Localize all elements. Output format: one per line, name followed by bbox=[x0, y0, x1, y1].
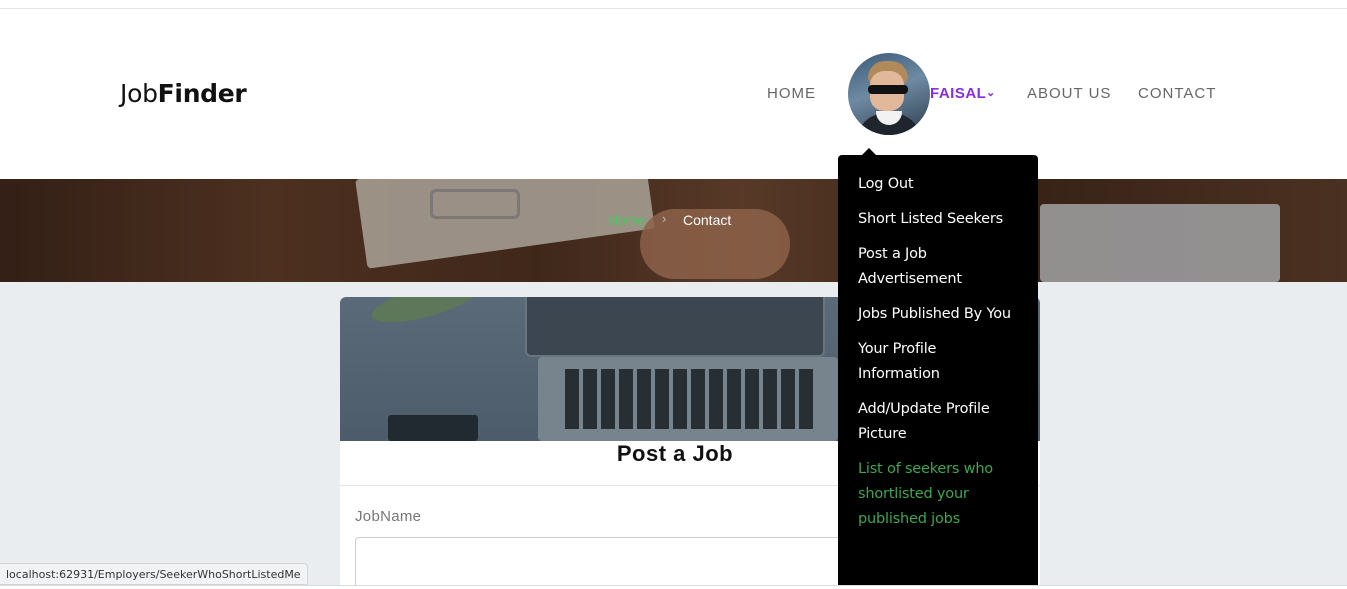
logo-light-text: Job bbox=[120, 79, 158, 108]
site-logo[interactable]: JobFinder bbox=[120, 79, 247, 108]
bottom-border bbox=[0, 585, 1347, 589]
breadcrumb-current: Contact bbox=[683, 212, 732, 228]
top-border bbox=[0, 0, 1347, 9]
browser-status-url: localhost:62931/Employers/SeekerWhoShort… bbox=[0, 563, 308, 585]
avatar-sunglasses bbox=[868, 85, 908, 94]
nav-about-link[interactable]: ABOUT US bbox=[1027, 85, 1111, 102]
job-name-label: JobName bbox=[355, 508, 422, 525]
nav-home-link[interactable]: HOME bbox=[767, 85, 816, 102]
image-plant bbox=[367, 297, 483, 331]
menu-item-post-job[interactable]: Post a Job Advertisement bbox=[858, 242, 1018, 292]
menu-item-seekers-shortlisted[interactable]: List of seekers who shortlisted your pub… bbox=[858, 457, 1018, 532]
nav-contact-link[interactable]: CONTACT bbox=[1138, 85, 1216, 102]
user-menu-toggle[interactable]: FAISAL bbox=[930, 85, 986, 102]
breadcrumb-home-link[interactable]: Home bbox=[608, 212, 645, 228]
menu-item-short-listed-seekers[interactable]: Short Listed Seekers bbox=[858, 207, 1018, 232]
image-laptop-screen bbox=[525, 297, 825, 357]
logo-bold-text: Finder bbox=[157, 79, 247, 108]
menu-item-profile-info[interactable]: Your Profile Information bbox=[858, 337, 1018, 387]
site-header: JobFinder HOME FAISAL ⌄ ABOUT US CONTACT bbox=[0, 9, 1347, 179]
image-laptop-keyboard bbox=[565, 369, 815, 429]
image-phone bbox=[388, 415, 478, 441]
menu-item-log-out[interactable]: Log Out bbox=[858, 172, 1018, 197]
menu-item-profile-picture[interactable]: Add/Update Profile Picture bbox=[858, 397, 1018, 447]
menu-item-jobs-published[interactable]: Jobs Published By You bbox=[858, 302, 1018, 327]
breadcrumb-separator: › bbox=[662, 211, 667, 226]
banner-overlay bbox=[0, 179, 1347, 282]
user-dropdown-menu: Log Out Short Listed Seekers Post a Job … bbox=[838, 155, 1038, 589]
hero-banner bbox=[0, 179, 1347, 282]
chevron-down-icon[interactable]: ⌄ bbox=[986, 86, 995, 99]
user-avatar[interactable] bbox=[848, 53, 930, 135]
